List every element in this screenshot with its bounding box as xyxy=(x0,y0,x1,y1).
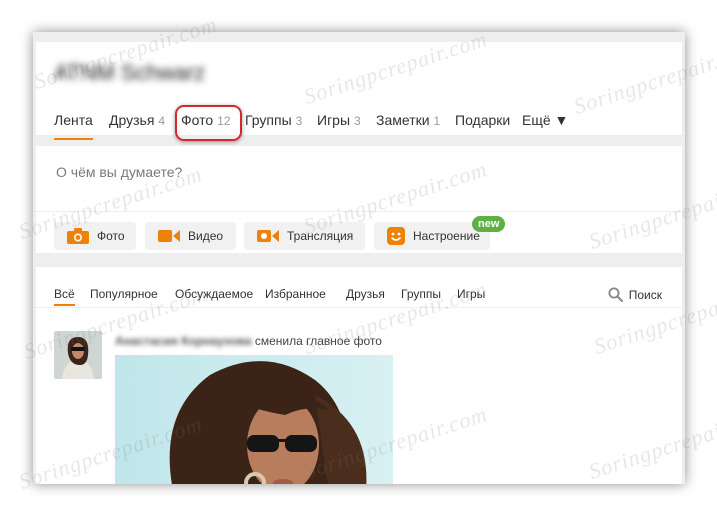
divider xyxy=(36,211,682,212)
nav-item-label: Игры xyxy=(317,112,351,128)
nav-item-label: Подарки xyxy=(455,112,511,128)
avatar[interactable] xyxy=(54,331,102,379)
nav-item-notes[interactable]: Заметки 1 xyxy=(376,112,440,128)
feed-search-button[interactable]: Поиск xyxy=(608,287,662,302)
feed-photo[interactable] xyxy=(115,355,393,484)
nav-item-feed[interactable]: Лента xyxy=(54,112,93,140)
filter-games[interactable]: Игры xyxy=(457,287,485,301)
nav-item-count: 3 xyxy=(295,114,303,128)
post-button-label: Трансляция xyxy=(287,229,354,243)
feed-item-header: Анастасия Корнаухова сменила главное фот… xyxy=(115,334,382,348)
filter-all[interactable]: Всё xyxy=(54,287,75,306)
profile-name[interactable]: ATNM Schwarz xyxy=(54,60,205,86)
nav-item-count: 3 xyxy=(354,114,361,128)
nav-item-label: Лента xyxy=(54,112,93,128)
post-photo-button[interactable]: Фото xyxy=(54,222,136,250)
feed-filters: Всё Популярное Обсуждаемое Избранное Дру… xyxy=(36,267,682,308)
nav-item-label: Ещё ▼ xyxy=(522,112,569,128)
post-video-button[interactable]: Видео xyxy=(145,222,236,250)
filter-groups[interactable]: Группы xyxy=(401,287,441,301)
filter-friends[interactable]: Друзья xyxy=(346,287,385,301)
video-camera-icon xyxy=(158,230,180,242)
broadcast-icon xyxy=(257,230,279,242)
nav-item-friends[interactable]: Друзья 4 xyxy=(109,112,165,128)
nav-item-label: Заметки xyxy=(376,112,430,128)
filter-favorites[interactable]: Избранное xyxy=(265,287,326,301)
filter-popular[interactable]: Популярное xyxy=(90,287,158,301)
smiley-icon xyxy=(387,227,405,245)
post-composer: О чём вы думаете? Фото Видео Трансляция … xyxy=(36,146,682,253)
profile-nav: Лента Друзья 4 Фото 12 Группы 3 Игры 3 Замет… xyxy=(36,100,682,140)
action-text: сменила главное фото xyxy=(254,334,382,348)
nav-item-groups[interactable]: Группы 3 xyxy=(245,112,302,128)
nav-item-games[interactable]: Игры 3 xyxy=(317,112,361,128)
nav-item-label: Группы xyxy=(245,112,292,128)
new-badge: new xyxy=(472,216,506,232)
post-button-label: Фото xyxy=(97,229,125,243)
nav-item-count: 4 xyxy=(158,114,166,128)
post-button-label: Настроение xyxy=(413,229,480,243)
filter-discussed[interactable]: Обсуждаемое xyxy=(175,287,253,301)
nav-item-count: 1 xyxy=(433,114,441,128)
post-broadcast-button[interactable]: Трансляция xyxy=(244,222,365,250)
page-frame: ATNM Schwarz Лента Друзья 4 Фото 12 Группы… xyxy=(33,32,685,484)
search-label: Поиск xyxy=(628,287,662,302)
camera-icon xyxy=(67,228,89,244)
feed: Всё Популярное Обсуждаемое Избранное Дру… xyxy=(36,267,682,484)
author-name[interactable]: Анастасия Корнаухова xyxy=(115,334,252,348)
photos-highlight-outline xyxy=(175,105,242,141)
search-icon xyxy=(608,287,623,302)
profile-header: ATNM Schwarz Лента Друзья 4 Фото 12 Группы… xyxy=(36,42,682,141)
nav-item-gifts[interactable]: Подарки xyxy=(455,112,510,128)
post-input[interactable]: О чём вы думаете? xyxy=(56,164,182,180)
post-button-label: Видео xyxy=(188,229,224,243)
nav-item-more[interactable]: Ещё ▼ xyxy=(522,112,568,128)
nav-item-label: Друзья xyxy=(109,112,155,128)
